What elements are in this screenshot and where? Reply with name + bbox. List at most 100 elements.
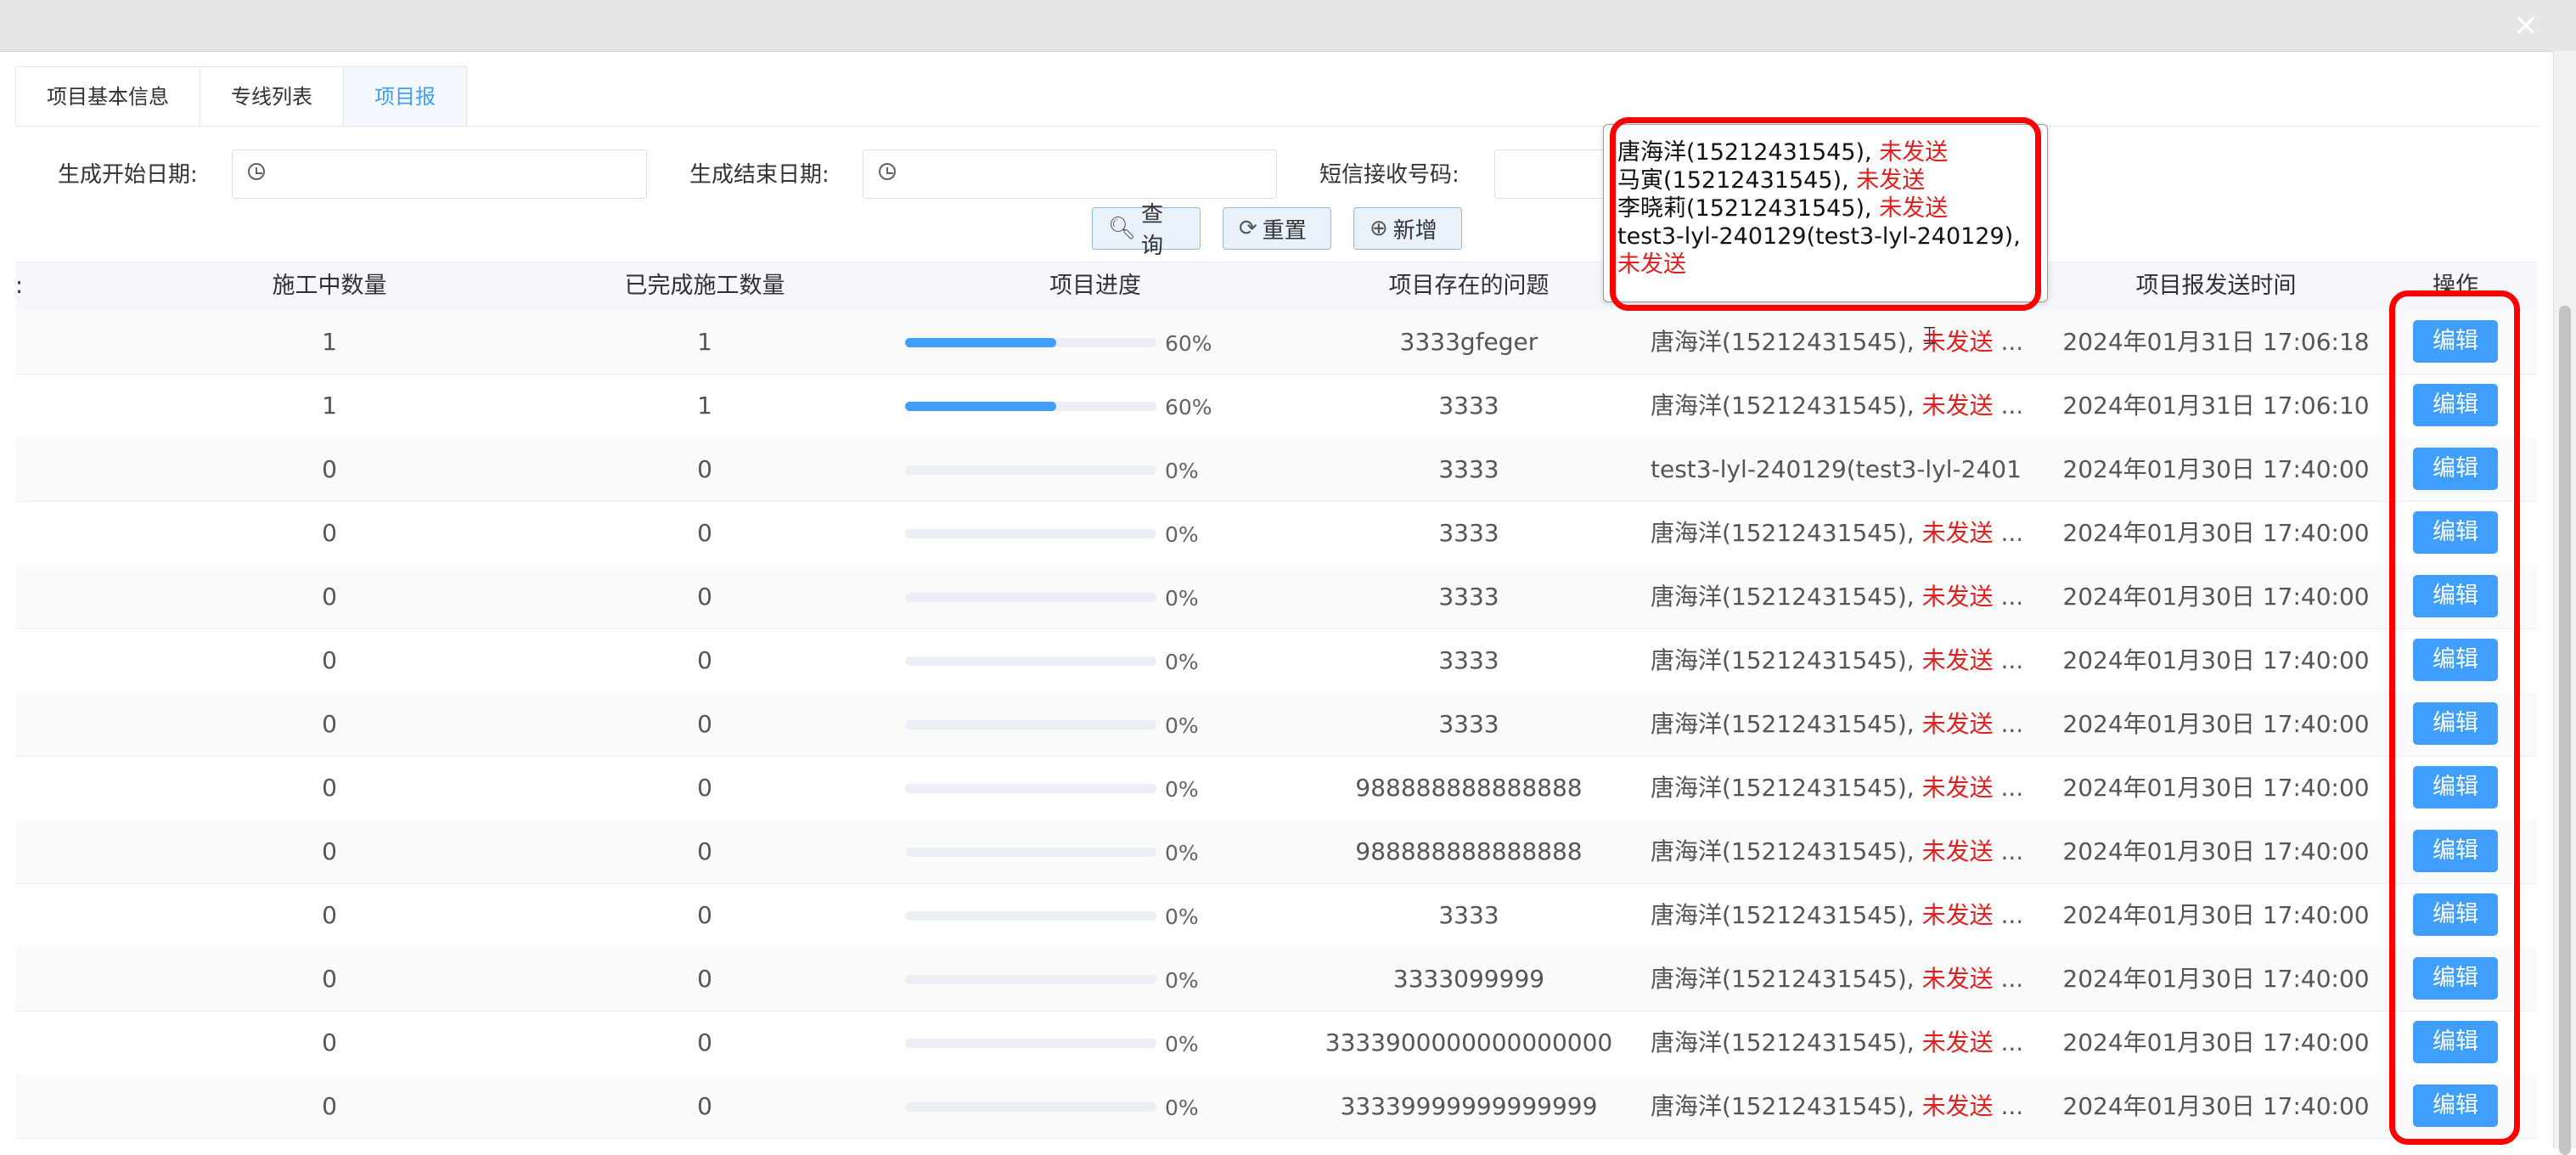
progress-percent: 0% [1165,650,1199,674]
cell-issues: 3333 [1438,519,1499,547]
cell-in-progress: 1 [322,392,337,420]
progress-percent: 0% [1165,841,1199,865]
cell-send-time: 2024年01月30日 17:40:00 [2062,583,2370,611]
cell-recipients: 唐海洋(15212431545), 未发送 ... [1651,692,2021,756]
cell-in-progress: 0 [322,1092,337,1120]
cell-recipients: 唐海洋(15212431545), 未发送 ... [1651,820,2021,883]
recipient-name: 唐海洋(15212431545), [1651,965,1922,993]
table-row: 0 0 0% 3333099999 唐海洋(15212431545), 未发送 ... 2… [15,947,2537,1011]
send-status: 未发送 [1921,710,1994,738]
cell-recipients: test3-lyl-240129(test3-lyl-2401 [1651,437,2021,501]
tab-line-list[interactable]: 专线列表 [200,67,344,127]
plus-circle-icon: ⊕ [1370,216,1388,241]
progress-percent: 0% [1165,777,1199,802]
cell-issues: 33339999999999999 [1340,1092,1598,1120]
progress-percent: 0% [1165,904,1199,929]
progress-bar [905,656,1156,666]
progress-percent: 0% [1165,1096,1199,1120]
recipient-name: 唐海洋(15212431545), [1651,710,1922,738]
progress-bar [905,720,1156,730]
cell-send-time: 2024年01月30日 17:40:00 [2062,1092,2370,1120]
cell-completed: 0 [697,1028,712,1056]
progress-bar [905,465,1156,475]
end-date-input[interactable] [863,149,1277,199]
tooltip-highlight-box [1610,117,2041,311]
phone-input[interactable] [1494,149,1606,199]
table-row: 0 0 0% 33339999999999999 唐海洋(15212431545), 未… [15,1074,2537,1139]
recipient-name: 唐海洋(15212431545), [1651,837,1922,865]
refresh-icon: ⟳ [1239,216,1257,241]
table-row: 0 0 0% 988888888888888 唐海洋(15212431545), 未发送… [15,756,2537,820]
recipient-name: 唐海洋(15212431545), [1651,901,1922,929]
cell-completed: 0 [697,1092,712,1120]
send-status: 未发送 [1921,583,1994,611]
cell-in-progress: 0 [322,519,337,547]
scrollbar-thumb[interactable] [2559,306,2571,1155]
progress-bar [905,975,1156,984]
table-header: : 施工中数量 已完成施工数量 项目进度 项目存在的问题 项目报发送时间 操作 [15,262,2537,311]
cell-completed: 0 [697,455,712,483]
scrollbar[interactable] [2553,51,2576,1155]
dialog-header: × [0,0,2576,52]
send-status: 未发送 [1921,392,1994,420]
cell-completed: 0 [697,710,712,738]
progress-bar [905,1102,1156,1112]
cell-recipients: 唐海洋(15212431545), 未发送 ... [1651,501,2021,565]
table-row: 0 0 0% 3333900000000000000 唐海洋(15212431545),… [15,1011,2537,1075]
send-status: 未发送 [1921,519,1994,547]
recipient-name: 唐海洋(15212431545), [1651,774,1922,802]
column-header-send-time: 项目报发送时间 [2135,273,2297,299]
cell-send-time: 2024年01月31日 17:06:18 [2062,328,2370,356]
more-ellipsis: ... [1993,710,2021,738]
more-ellipsis: ... [1993,328,2021,356]
table-row: 0 0 0% 988888888888888 唐海洋(15212431545), 未发送… [15,820,2537,884]
more-ellipsis: ... [1993,646,2021,674]
cell-send-time: 2024年01月31日 17:06:10 [2062,392,2370,420]
tab-bar: 项目基本信息 专线列表 项目报 [15,66,467,127]
more-ellipsis: ... [1993,392,2021,420]
column-header-in-progress: 施工中数量 [272,273,387,299]
cell-completed: 0 [697,646,712,674]
phone-label: 短信接收号码: [1319,162,1460,188]
start-date-input[interactable] [232,149,647,199]
cell-in-progress: 0 [322,837,337,865]
column-header-issues: 项目存在的问题 [1388,273,1550,299]
send-status: 未发送 [1921,646,1994,674]
cell-in-progress: 0 [322,710,337,738]
tab-project-basic-info[interactable]: 项目基本信息 [16,67,200,127]
add-button[interactable]: ⊕ 新增 [1353,207,1462,250]
cell-send-time: 2024年01月30日 17:40:00 [2062,774,2370,802]
text-cursor-icon: 𝙸 [1921,321,1939,351]
send-status: 未发送 [1921,837,1994,865]
progress-percent: 0% [1165,459,1199,483]
cell-recipients: 唐海洋(15212431545), 未发送 ... [1651,883,2021,947]
reset-button[interactable]: ⟳ 重置 [1223,207,1331,250]
recipient-name: 唐海洋(15212431545), [1651,646,1922,674]
progress-percent: 0% [1165,522,1199,547]
cell-send-time: 2024年01月30日 17:40:00 [2062,455,2370,483]
cell-issues: 988888888888888 [1355,774,1583,802]
cell-issues: 3333099999 [1392,965,1545,993]
cell-issues: 3333 [1438,455,1499,483]
clock-icon [248,163,265,180]
progress-bar-fill [905,338,1056,347]
more-ellipsis: ... [1993,901,2021,929]
cell-completed: 0 [697,965,712,993]
cell-send-time: 2024年01月30日 17:40:00 [2062,837,2370,865]
progress-bar [905,848,1156,857]
recipient-name: 唐海洋(15212431545), [1651,1092,1922,1120]
cell-issues: 3333 [1438,901,1499,929]
progress-bar [905,784,1156,793]
cell-recipients: 唐海洋(15212431545), 未发送 ... [1651,756,2021,820]
progress-percent: 0% [1165,713,1199,738]
column-header-completed: 已完成施工数量 [624,273,785,299]
cell-recipients: 唐海洋(15212431545), 未发送 ... [1651,628,2021,692]
table-row: 1 1 60% 3333gfeger 唐海洋(15212431545), 未发送 ...… [15,310,2537,375]
search-button[interactable]: 🔍︎ 查询 [1092,202,1201,259]
table-row: 0 0 0% 3333 test3-lyl-240129(test3-lyl-2401 2… [15,437,2537,502]
cell-issues: 988888888888888 [1355,837,1583,865]
tab-project-report[interactable]: 项目报 [344,67,467,127]
progress-bar [905,911,1156,921]
table-row: 1 1 60% 3333 唐海洋(15212431545), 未发送 ... 2024年0… [15,374,2537,438]
close-icon[interactable]: × [2513,8,2539,42]
